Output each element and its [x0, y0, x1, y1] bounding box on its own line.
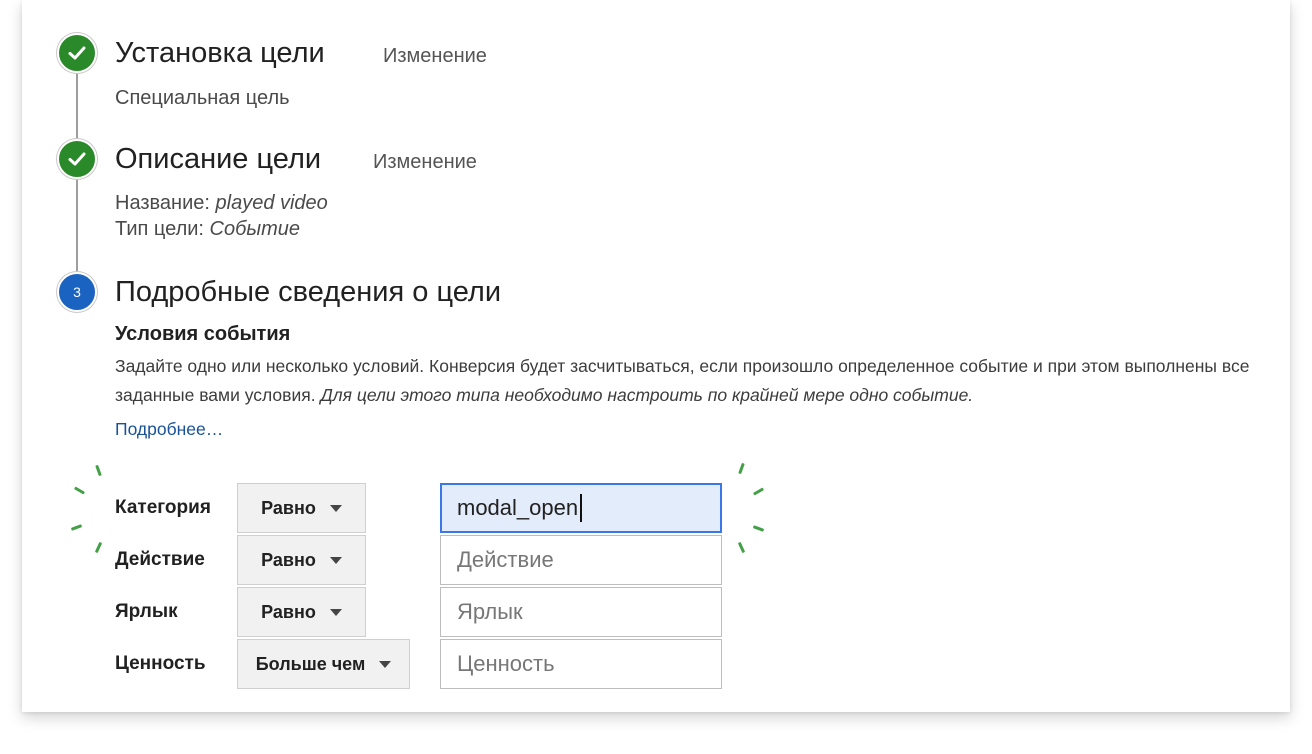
text-cursor: [580, 494, 583, 522]
check-icon: [68, 46, 86, 60]
step-number-badge: 3: [57, 272, 97, 312]
goal-type-summary: Специальная цель: [115, 87, 290, 109]
check-icon: [68, 152, 86, 166]
category-operator-dropdown[interactable]: Равно: [237, 483, 366, 533]
operator-value: Больше чем: [255, 653, 366, 674]
action-label: Действие: [115, 549, 205, 570]
description-italic-note: Для цели этого типа необходимо настроить…: [320, 385, 974, 405]
learn-more-link[interactable]: Подробнее…: [115, 419, 223, 440]
label-input[interactable]: Ярлык: [440, 587, 722, 637]
goal-type-value: Событие: [209, 218, 300, 240]
action-operator-dropdown[interactable]: Равно: [237, 535, 366, 585]
operator-value: Равно: [261, 601, 316, 622]
goal-type-label: Тип цели:: [115, 218, 204, 240]
category-input[interactable]: modal_open: [440, 483, 722, 533]
caret-down-icon: [329, 504, 342, 512]
step-title-goal-setup: Установка цели: [115, 37, 325, 69]
category-input-value: modal_open: [457, 495, 579, 520]
value-operator-dropdown[interactable]: Больше чем: [237, 639, 410, 689]
step-title-goal-details: Подробные сведения о цели: [115, 276, 502, 308]
value-input[interactable]: Ценность: [440, 639, 722, 689]
label-label: Ярлык: [115, 601, 178, 622]
event-conditions-heading: Условия события: [115, 323, 291, 345]
value-input-placeholder: Ценность: [457, 651, 555, 676]
goal-type-line: Тип цели: Событие: [115, 218, 300, 241]
caret-down-icon: [329, 608, 342, 616]
step-number: 3: [73, 284, 81, 300]
step-title-goal-description: Описание цели: [115, 143, 322, 175]
goal-name-value: played video: [215, 192, 328, 214]
edit-goal-description-link[interactable]: Изменение: [373, 151, 477, 174]
category-label: Категория: [115, 497, 211, 518]
event-conditions-description: Задайте одно или несколько условий. Конв…: [115, 352, 1275, 410]
operator-value: Равно: [261, 549, 316, 570]
step-complete-badge: [57, 33, 97, 73]
step-complete-badge: [57, 139, 97, 179]
edit-goal-setup-link[interactable]: Изменение: [383, 45, 487, 68]
goal-name-label: Название:: [115, 192, 210, 214]
label-operator-dropdown[interactable]: Равно: [237, 587, 366, 637]
label-input-placeholder: Ярлык: [457, 599, 523, 624]
operator-value: Равно: [261, 497, 316, 518]
caret-down-icon: [329, 556, 342, 564]
action-input[interactable]: Действие: [440, 535, 722, 585]
caret-down-icon: [379, 660, 392, 668]
value-label: Ценность: [115, 653, 206, 674]
goal-name-line: Название: played video: [115, 192, 328, 215]
action-input-placeholder: Действие: [457, 547, 554, 572]
